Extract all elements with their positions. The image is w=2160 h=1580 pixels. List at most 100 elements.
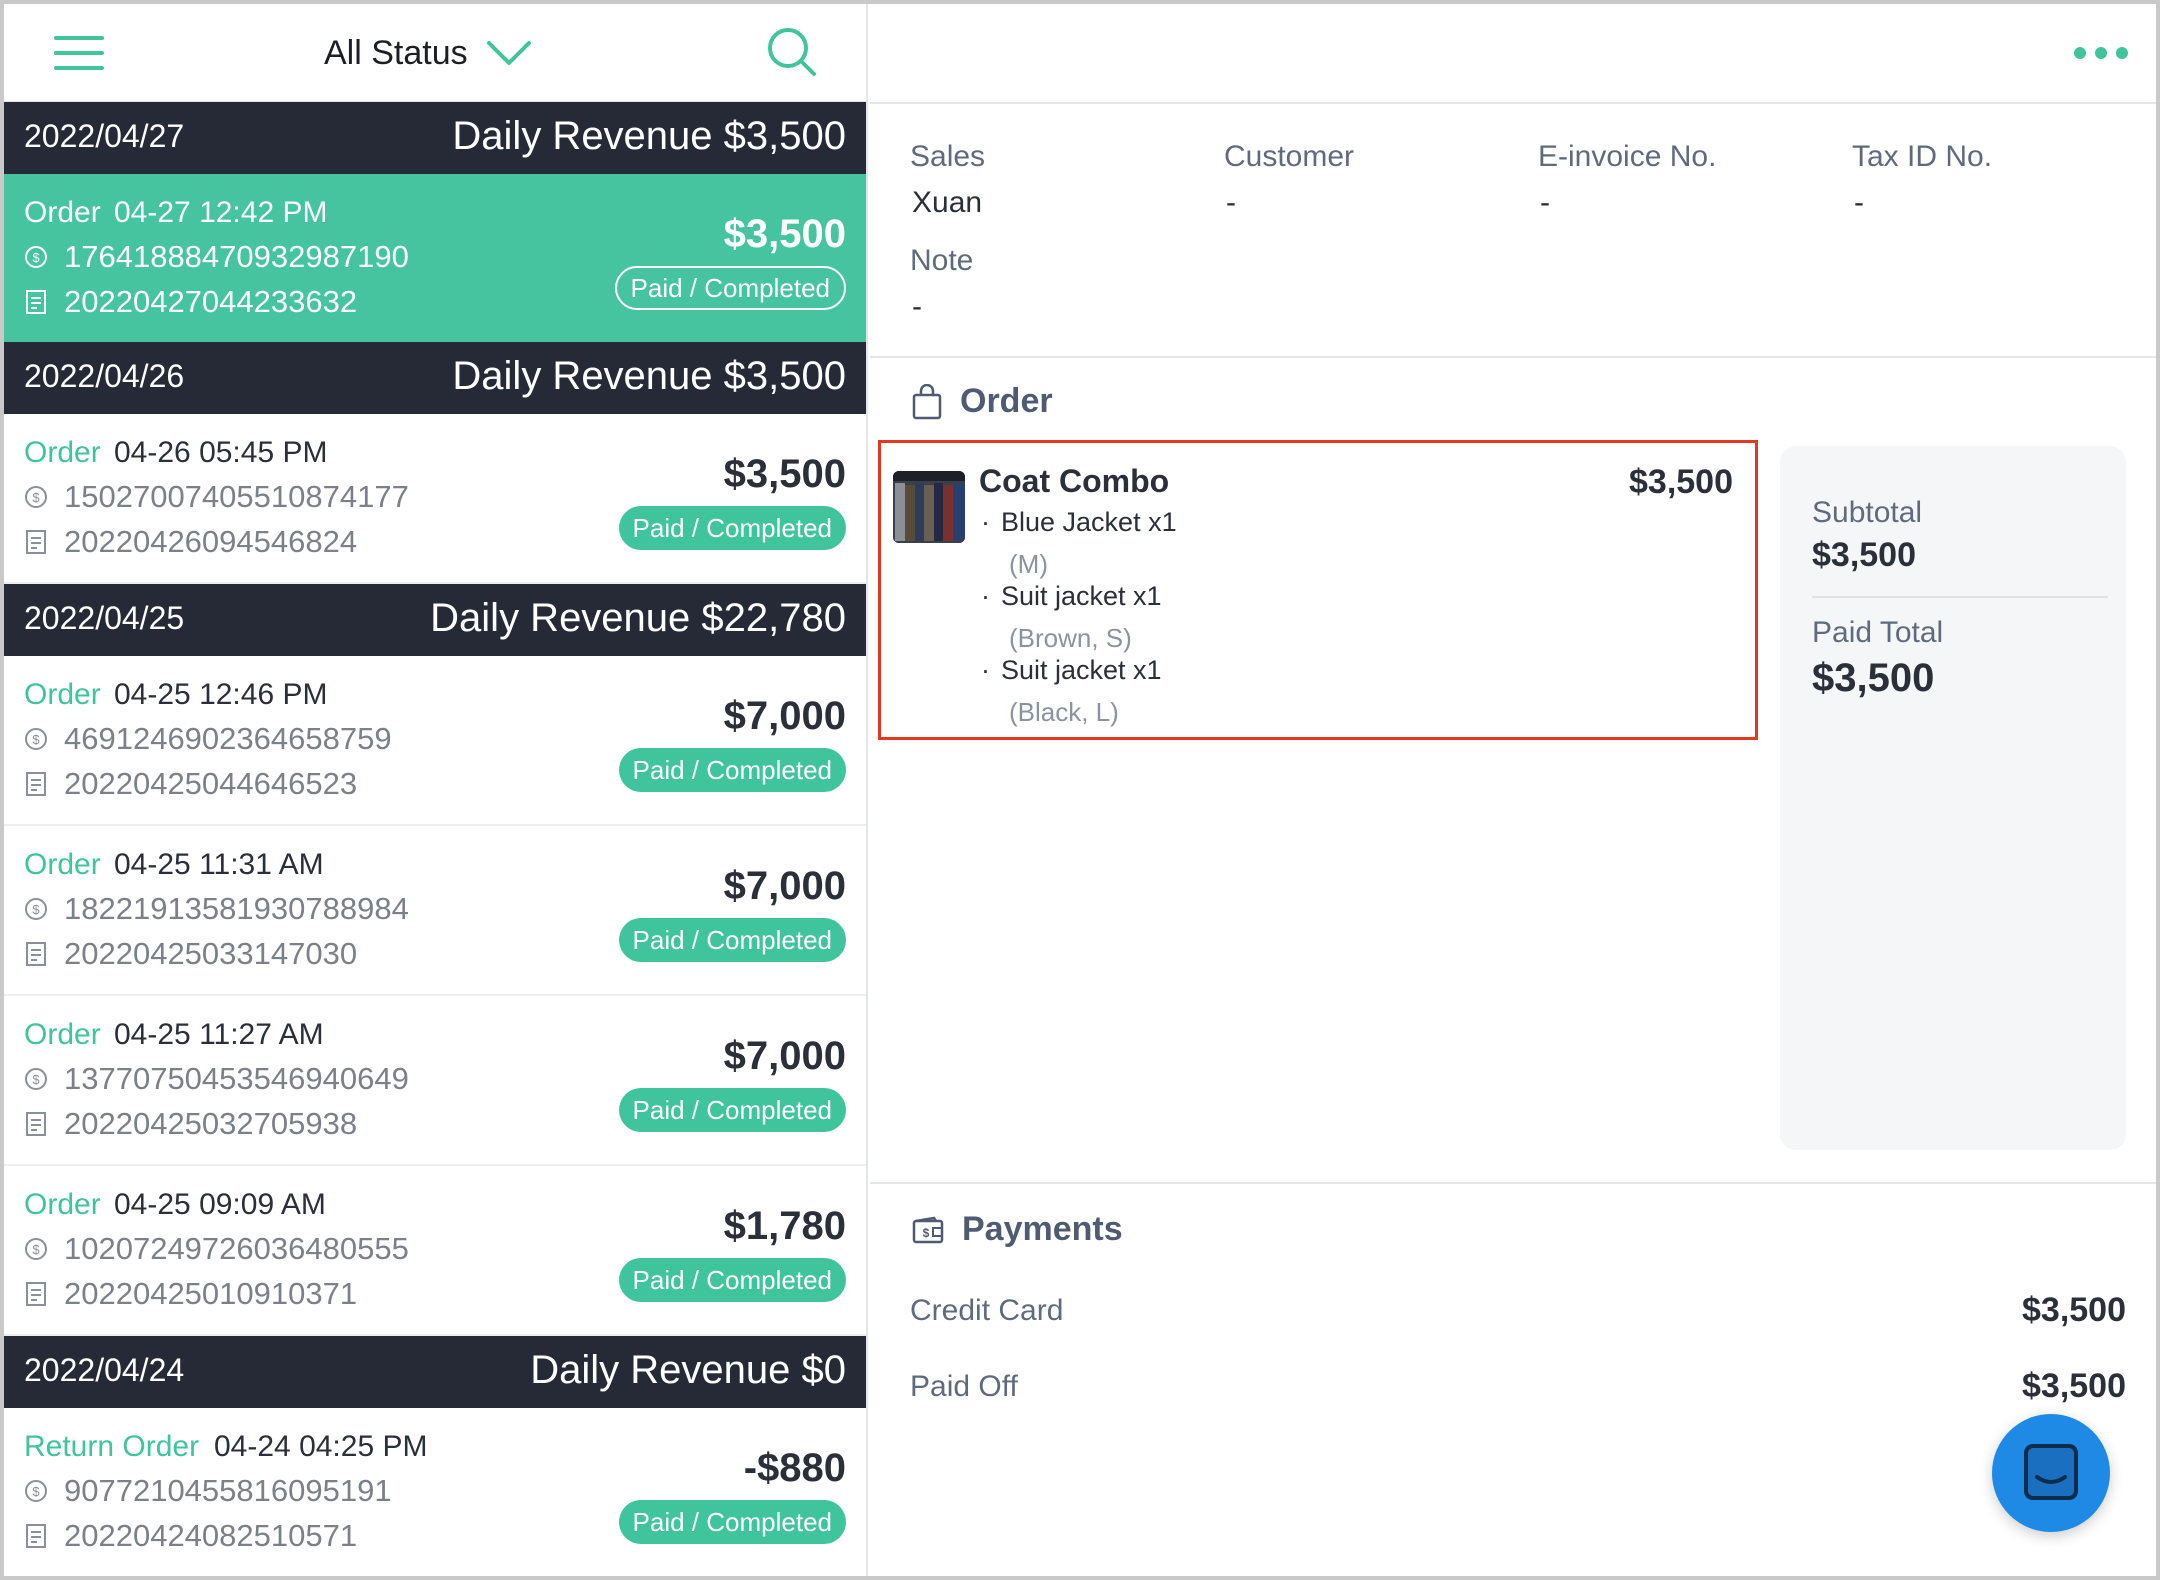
note-label: Note (910, 244, 974, 277)
menu-icon[interactable] (54, 34, 104, 72)
payment-id-row: $ 13770750453546940649 (24, 1061, 409, 1097)
dollar-coin-icon: $ (25, 1068, 47, 1090)
status-badge: Paid / Completed (618, 918, 846, 962)
svg-text:$: $ (32, 1242, 40, 1257)
status-badge: Paid / Completed (618, 1258, 846, 1302)
order-amount: $3,500 (723, 212, 846, 256)
day-revenue: Daily Revenue $0 (530, 1348, 846, 1392)
receipt-icon (26, 772, 46, 796)
detail-toolbar (870, 4, 2156, 104)
paid-total-label: Paid Total (1812, 616, 1944, 649)
receipt-number: 20220425044646523 (64, 766, 358, 801)
order-info-section: Sales Xuan Customer - E-invoice No. - Ta… (870, 104, 2156, 358)
status-filter-dropdown[interactable]: All Status (324, 28, 532, 78)
receipt-row: 20220426094546824 (24, 524, 357, 560)
order-title: Order (960, 382, 1053, 420)
day-date: 2022/04/26 (24, 358, 185, 394)
svg-text:$: $ (32, 902, 40, 917)
chevron-down-icon (486, 41, 531, 65)
receipt-number: 20220425032705938 (64, 1106, 358, 1141)
list-toolbar: All Status (4, 4, 866, 102)
wallet-icon: $ (912, 1216, 944, 1243)
order-row[interactable]: Order 04-25 11:27 AM $ 13770750453546940… (4, 996, 866, 1166)
section-divider (870, 1182, 2156, 1184)
order-row[interactable]: Order 04-26 05:45 PM $ 15027007405510874… (4, 414, 866, 584)
order-time: 04-27 12:42 PM (114, 196, 328, 229)
search-icon[interactable] (764, 24, 820, 80)
order-time: 04-25 12:46 PM (114, 678, 328, 711)
order-item-card[interactable]: Coat Combo $3,500 · Blue Jacket x1 (M) · S… (878, 440, 1758, 740)
customer-value: - (1226, 186, 1236, 219)
payment-method-label: Credit Card (910, 1294, 1064, 1327)
order-kind: Order (24, 196, 101, 229)
sub-item-options: (Black, L) (1009, 697, 1119, 727)
order-list-panel: All Status 2022/04/27 Daily Revenue $3,5… (4, 4, 868, 1576)
svg-text:$: $ (923, 1226, 930, 1240)
payments-title: Payments (962, 1210, 1123, 1248)
sub-item: · Blue Jacket x1 (981, 507, 1177, 537)
order-time: 04-25 09:09 AM (114, 1188, 326, 1221)
order-kind: Order (24, 1188, 101, 1221)
order-time: 04-26 05:45 PM (114, 436, 328, 469)
receipt-icon (26, 942, 46, 966)
order-kind: Order (24, 1018, 101, 1051)
chat-support-button[interactable] (1992, 1414, 2110, 1532)
order-row[interactable]: Order 04-25 12:46 PM $ 46912469023646587… (4, 656, 866, 826)
receipt-icon (26, 530, 46, 554)
svg-text:$: $ (32, 490, 40, 505)
order-row[interactable]: Order 04-25 09:09 AM $ 10207249726036480… (4, 1166, 866, 1336)
dollar-coin-icon: $ (25, 1480, 47, 1502)
receipt-icon (26, 1282, 46, 1306)
sales-value: Xuan (912, 186, 983, 219)
sub-item-options: (M) (1009, 549, 1048, 579)
payment-id: 15027007405510874177 (64, 479, 409, 514)
day-revenue: Daily Revenue $3,500 (452, 354, 846, 398)
order-time: 04-24 04:25 PM (214, 1430, 428, 1463)
order-time: 04-25 11:31 AM (114, 848, 324, 881)
day-header: 2022/04/27 Daily Revenue $3,500 (4, 102, 866, 174)
day-revenue: Daily Revenue $3,500 (452, 114, 846, 158)
dollar-coin-icon: $ (25, 486, 47, 508)
order-amount: -$880 (743, 1446, 846, 1490)
receipt-icon (26, 1112, 46, 1136)
more-options-icon[interactable] (2074, 44, 2128, 62)
status-badge: Paid / Completed (618, 1088, 846, 1132)
payment-id-row: $ 9077210455816095191 (24, 1473, 392, 1509)
sub-item-name: Blue Jacket x1 (1001, 507, 1177, 537)
customer-label: Customer (1224, 140, 1355, 173)
order-summary: Subtotal $3,500 Paid Total $3,500 (1780, 446, 2126, 1150)
item-price: $3,500 (1629, 463, 1733, 501)
sales-label: Sales (910, 140, 986, 173)
order-time: 04-25 11:27 AM (114, 1018, 324, 1051)
payment-id: 9077210455816095191 (64, 1473, 392, 1508)
order-row[interactable]: Return Order 04-24 04:25 PM $ 9077210455… (4, 1408, 866, 1576)
receipt-row: 20220425032705938 (24, 1106, 357, 1142)
order-amount: $3,500 (723, 452, 846, 496)
day-header: 2022/04/24 Daily Revenue $0 (4, 1336, 866, 1408)
order-row[interactable]: Order 04-25 11:31 AM $ 18221913581930788… (4, 826, 866, 996)
sub-item: · Suit jacket x1 (981, 655, 1162, 685)
svg-text:$: $ (32, 1072, 40, 1087)
receipt-number: 20220425033147030 (64, 936, 358, 971)
payment-id-row: $ 18221913581930788984 (24, 891, 409, 927)
order-amount: $7,000 (723, 694, 846, 738)
einvoice-label: E-invoice No. (1538, 140, 1717, 173)
order-list: 2022/04/27 Daily Revenue $3,500 Order 04… (4, 102, 866, 1576)
order-detail-panel: Sales Xuan Customer - E-invoice No. - Ta… (870, 4, 2156, 1576)
receipt-icon (26, 290, 46, 314)
status-badge: Paid / Completed (618, 748, 846, 792)
payment-id: 4691246902364658759 (64, 721, 392, 756)
app-window: All Status 2022/04/27 Daily Revenue $3,5… (0, 0, 2160, 1580)
order-row-selected[interactable]: Order 04-27 12:42 PM $ 17641888470932987… (4, 174, 866, 342)
sub-item: · Suit jacket x1 (981, 581, 1162, 611)
dollar-coin-icon: $ (25, 246, 47, 268)
sub-item-name: Suit jacket x1 (1001, 581, 1162, 611)
day-date: 2022/04/27 (24, 118, 185, 154)
subtotal-label: Subtotal (1812, 496, 1923, 529)
paid-off-label: Paid Off (910, 1370, 1018, 1403)
day-date: 2022/04/25 (24, 600, 185, 636)
dollar-coin-icon: $ (25, 898, 47, 920)
sub-item-options: (Brown, S) (1009, 623, 1132, 653)
day-header: 2022/04/26 Daily Revenue $3,500 (4, 342, 866, 414)
order-section-title: Order (912, 382, 1053, 421)
